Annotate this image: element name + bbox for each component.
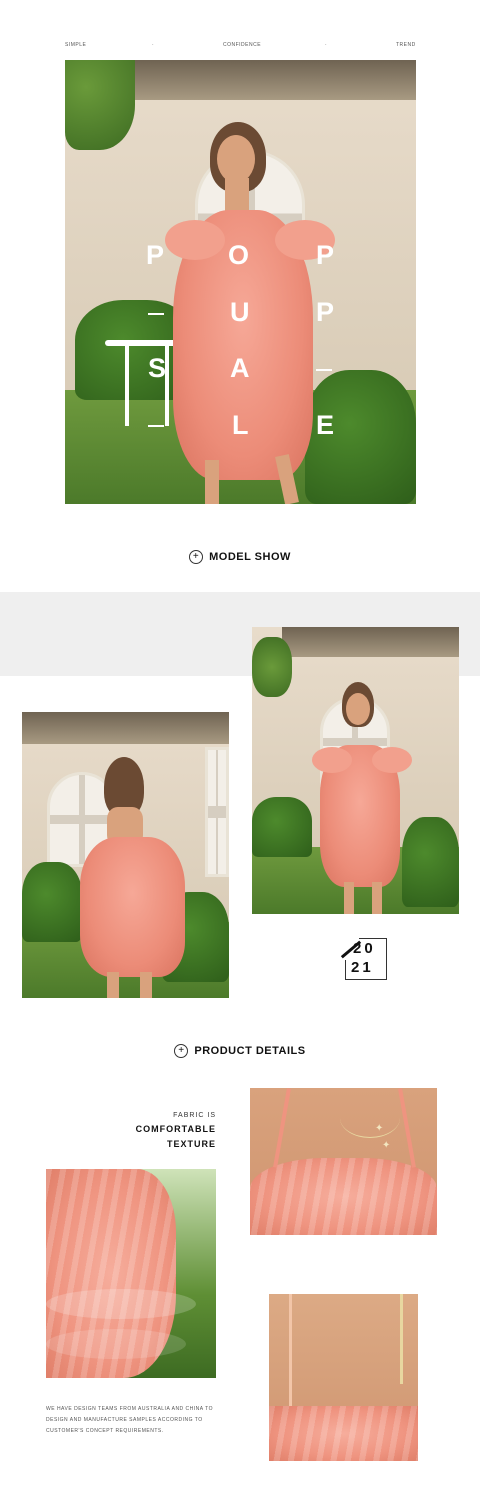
hero-letter: U [230, 297, 250, 327]
hero-dash [148, 313, 164, 315]
description-text: WE HAVE DESIGN TEAMS FROM AUSTRALIA AND … [46, 1406, 213, 1434]
model-back-photo [22, 712, 229, 998]
hero-letter: E [316, 410, 335, 440]
year-line2: 21 [351, 959, 374, 976]
hero-letter: P [316, 240, 335, 270]
fabric-copy: FABRIC IS COMFORTABLE TEXTURE [136, 1112, 216, 1149]
hero-letter: S [148, 353, 167, 383]
fabric-line2: COMFORTABLE [135, 1124, 216, 1134]
year-badge: 20 21 [337, 932, 387, 982]
hero-dash [316, 369, 332, 371]
neckline-detail-photo: ✦ ✦ [250, 1088, 437, 1235]
hero-letter: P [146, 240, 165, 270]
model-front-photo [252, 627, 459, 914]
back-strap-detail-photo [269, 1294, 418, 1461]
product-details-label: PRODUCT DETAILS [194, 1045, 306, 1057]
year-line1: 20 [353, 940, 376, 957]
hero-letter: L [232, 410, 249, 440]
hero-dash [148, 425, 164, 427]
tagline-dot: · [325, 42, 328, 48]
hero-letter: A [230, 353, 250, 383]
hero-letter: O [228, 240, 250, 270]
plus-circle-icon: + [174, 1044, 189, 1058]
tagline-simple: SIMPLE [65, 42, 87, 48]
model-show-heading: + MODEL SHOW [0, 550, 480, 564]
model-show-label: MODEL SHOW [209, 551, 291, 563]
ruffle-detail-photo [46, 1169, 216, 1378]
plus-circle-icon: + [189, 550, 204, 564]
tagline-dot: · [152, 42, 155, 48]
tagline: SIMPLE · CONFIDENCE · TREND [65, 42, 416, 52]
tagline-trend: TREND [396, 42, 416, 48]
hero-letter: P [316, 297, 335, 327]
tagline-confidence: CONFIDENCE [223, 42, 262, 48]
product-details-heading: + PRODUCT DETAILS [0, 1044, 480, 1058]
fabric-line3: TEXTURE [166, 1139, 216, 1149]
fabric-line1: FABRIC IS [173, 1112, 216, 1119]
